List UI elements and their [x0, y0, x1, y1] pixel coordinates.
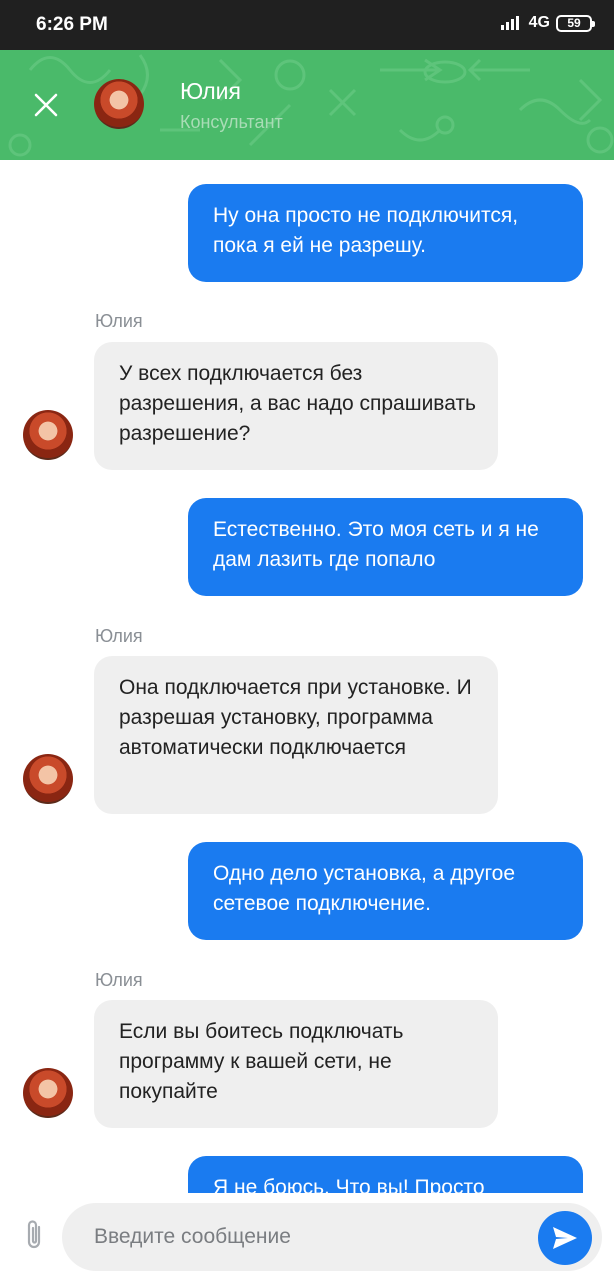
status-indicators: 4G 59	[500, 14, 595, 32]
consultant-avatar	[94, 79, 144, 129]
paperclip-icon	[27, 1220, 41, 1249]
battery-level: 59	[567, 16, 581, 30]
message-sender: Юлия	[95, 311, 143, 331]
message-input[interactable]	[62, 1203, 602, 1271]
message-list[interactable]: Ну она просто не подключится, пока я ей …	[0, 160, 614, 1193]
sender-avatar	[23, 410, 73, 460]
outgoing-message: Одно дело установка, а другое сетевое по…	[188, 842, 583, 940]
incoming-message: Она подключается при установке. И разреш…	[94, 656, 498, 814]
status-time: 6:26 PM	[36, 14, 108, 35]
outgoing-message: Я не боюсь. Что вы! Просто	[188, 1156, 583, 1193]
outgoing-message: Естественно. Это моя сеть и я не дам лаз…	[188, 498, 583, 596]
send-icon	[553, 1227, 577, 1249]
close-icon	[34, 93, 58, 117]
sender-avatar	[23, 754, 73, 804]
network-type: 4G	[528, 14, 550, 31]
chat-header: Юлия Консультант	[0, 50, 614, 160]
consultant-name: Юлия	[180, 78, 241, 104]
header-pattern	[8, 54, 614, 157]
sender-avatar	[23, 1068, 73, 1118]
incoming-message: У всех подключается без разрешения, а ва…	[94, 342, 498, 470]
message-sender: Юлия	[95, 626, 143, 646]
incoming-message: Если вы боитесь подключать программу к в…	[94, 1000, 498, 1128]
attach-button[interactable]	[14, 1215, 54, 1255]
message-sender: Юлия	[95, 970, 143, 990]
composer	[0, 1193, 614, 1280]
close-button[interactable]	[24, 83, 68, 127]
consultant-role: Консультант	[180, 112, 283, 132]
send-button[interactable]	[538, 1211, 592, 1265]
outgoing-message: Ну она просто не подключится, пока я ей …	[188, 184, 583, 282]
signal-icon	[500, 14, 523, 32]
status-bar: 6:26 PM 4G 59	[0, 0, 614, 50]
battery-icon: 59	[556, 14, 595, 32]
